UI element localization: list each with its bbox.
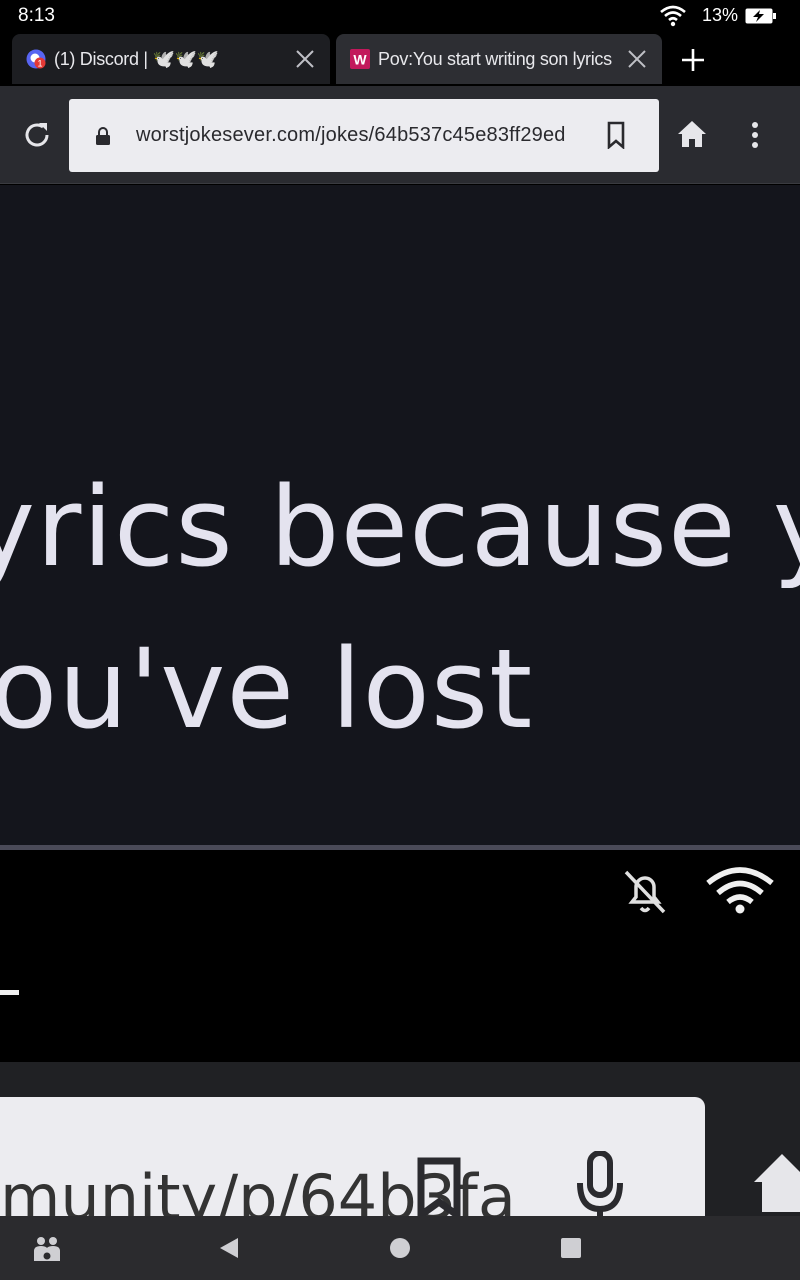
tab-strip: 1 (1) Discord | 🕊️🕊️🕊️ W Pov:You start w… (0, 32, 800, 86)
discord-icon: 1 (26, 49, 46, 69)
wifi-icon (660, 5, 686, 27)
recent-apps-icon[interactable] (560, 1236, 582, 1260)
tab-discord[interactable]: 1 (1) Discord | 🕊️🕊️🕊️ (12, 34, 330, 84)
address-bar[interactable]: worstjokesever.com/jokes/64b537c45e83ff2… (69, 99, 659, 172)
tab-title: Pov:You start writing son lyrics (378, 48, 612, 69)
tab-lyrics[interactable]: W Pov:You start writing son lyrics (336, 34, 662, 84)
embedded-screenshot (0, 850, 800, 1062)
more-menu-icon[interactable] (748, 120, 762, 150)
status-dash (0, 990, 19, 995)
joke-text-line-1: yrics because you (0, 463, 800, 591)
reload-icon[interactable] (22, 120, 52, 150)
status-bar: 8:13 13% (0, 0, 800, 32)
tab-title: (1) Discord | 🕊️🕊️🕊️ (54, 48, 219, 69)
bookmark-icon (417, 1157, 461, 1217)
joke-text-line-2: ou've lost (0, 625, 534, 753)
w-icon: W (350, 49, 370, 69)
embedded-screenshot-toolbar: munity/p/64b3fa (0, 1062, 800, 1217)
wifi-icon (706, 867, 774, 914)
notifications-off-icon (624, 870, 666, 914)
svg-text:1: 1 (37, 59, 42, 69)
url-text: worstjokesever.com/jokes/64b537c45e83ff2… (136, 124, 566, 146)
home-nav-icon[interactable] (389, 1236, 411, 1260)
system-nav-bar (0, 1216, 800, 1280)
battery-charging-icon (745, 8, 776, 24)
new-tab-icon[interactable] (678, 45, 708, 75)
battery-percent: 13% (702, 5, 739, 25)
microphone-icon (577, 1151, 623, 1217)
browser-toolbar: worstjokesever.com/jokes/64b537c45e83ff2… (0, 86, 800, 184)
close-icon[interactable] (294, 48, 316, 70)
page-content: yrics because you ou've lost (0, 185, 800, 845)
home-icon[interactable] (676, 119, 708, 149)
embedded-address-bar: munity/p/64b3fa (0, 1097, 705, 1217)
home-icon (754, 1154, 800, 1212)
lock-icon (96, 127, 110, 145)
close-icon[interactable] (626, 48, 648, 70)
back-icon[interactable] (218, 1236, 240, 1260)
svg-text:W: W (353, 52, 367, 68)
parental-controls-icon[interactable] (32, 1234, 62, 1264)
bookmark-icon[interactable] (607, 121, 625, 149)
status-time: 8:13 (18, 5, 55, 26)
